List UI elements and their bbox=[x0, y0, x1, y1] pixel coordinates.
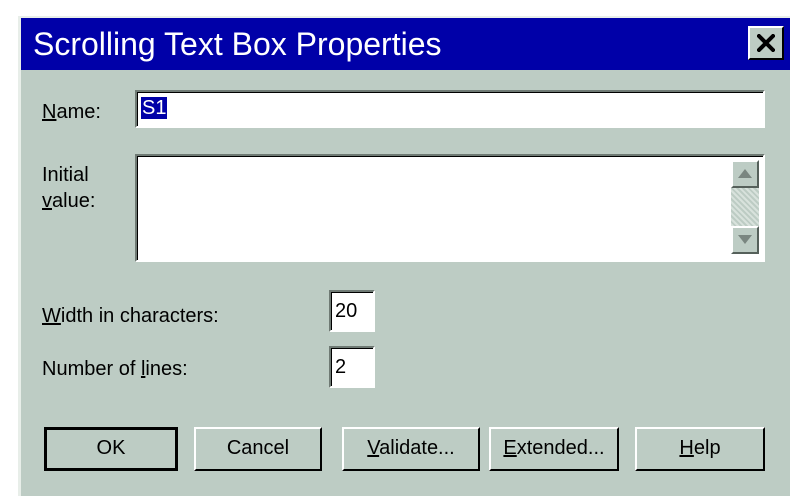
initial-value-textarea[interactable] bbox=[135, 154, 765, 262]
properties-dialog: Scrolling Text Box Properties Name: S1 I… bbox=[18, 16, 790, 496]
initial-value-label-line1: Initial bbox=[42, 164, 89, 186]
ok-button[interactable]: OK bbox=[44, 427, 178, 471]
name-field[interactable]: S1 bbox=[135, 90, 765, 128]
width-field[interactable]: 20 bbox=[329, 290, 375, 332]
lines-label: Number of lines: bbox=[42, 358, 188, 380]
width-value: 20 bbox=[335, 300, 358, 322]
name-label: Name: bbox=[42, 101, 101, 123]
cancel-button[interactable]: Cancel bbox=[194, 427, 322, 471]
lines-value: 2 bbox=[335, 356, 347, 378]
scroll-up-button[interactable] bbox=[731, 160, 759, 188]
vertical-scrollbar[interactable] bbox=[731, 160, 759, 254]
initial-value-label-line2: value: bbox=[42, 190, 96, 212]
scroll-down-button[interactable] bbox=[731, 226, 759, 254]
validate-button[interactable]: Validate... bbox=[342, 427, 480, 471]
arrow-up-icon bbox=[738, 169, 752, 178]
arrow-down-icon bbox=[738, 235, 752, 244]
help-button[interactable]: Help bbox=[635, 427, 765, 471]
window-title: Scrolling Text Box Properties bbox=[33, 26, 442, 62]
name-value: S1 bbox=[141, 97, 168, 119]
title-bar[interactable]: Scrolling Text Box Properties bbox=[21, 18, 790, 70]
lines-field[interactable]: 2 bbox=[329, 346, 375, 388]
width-label: Width in characters: bbox=[42, 305, 219, 327]
extended-button[interactable]: Extended... bbox=[489, 427, 619, 471]
close-icon bbox=[757, 34, 775, 52]
close-button[interactable] bbox=[748, 26, 784, 60]
